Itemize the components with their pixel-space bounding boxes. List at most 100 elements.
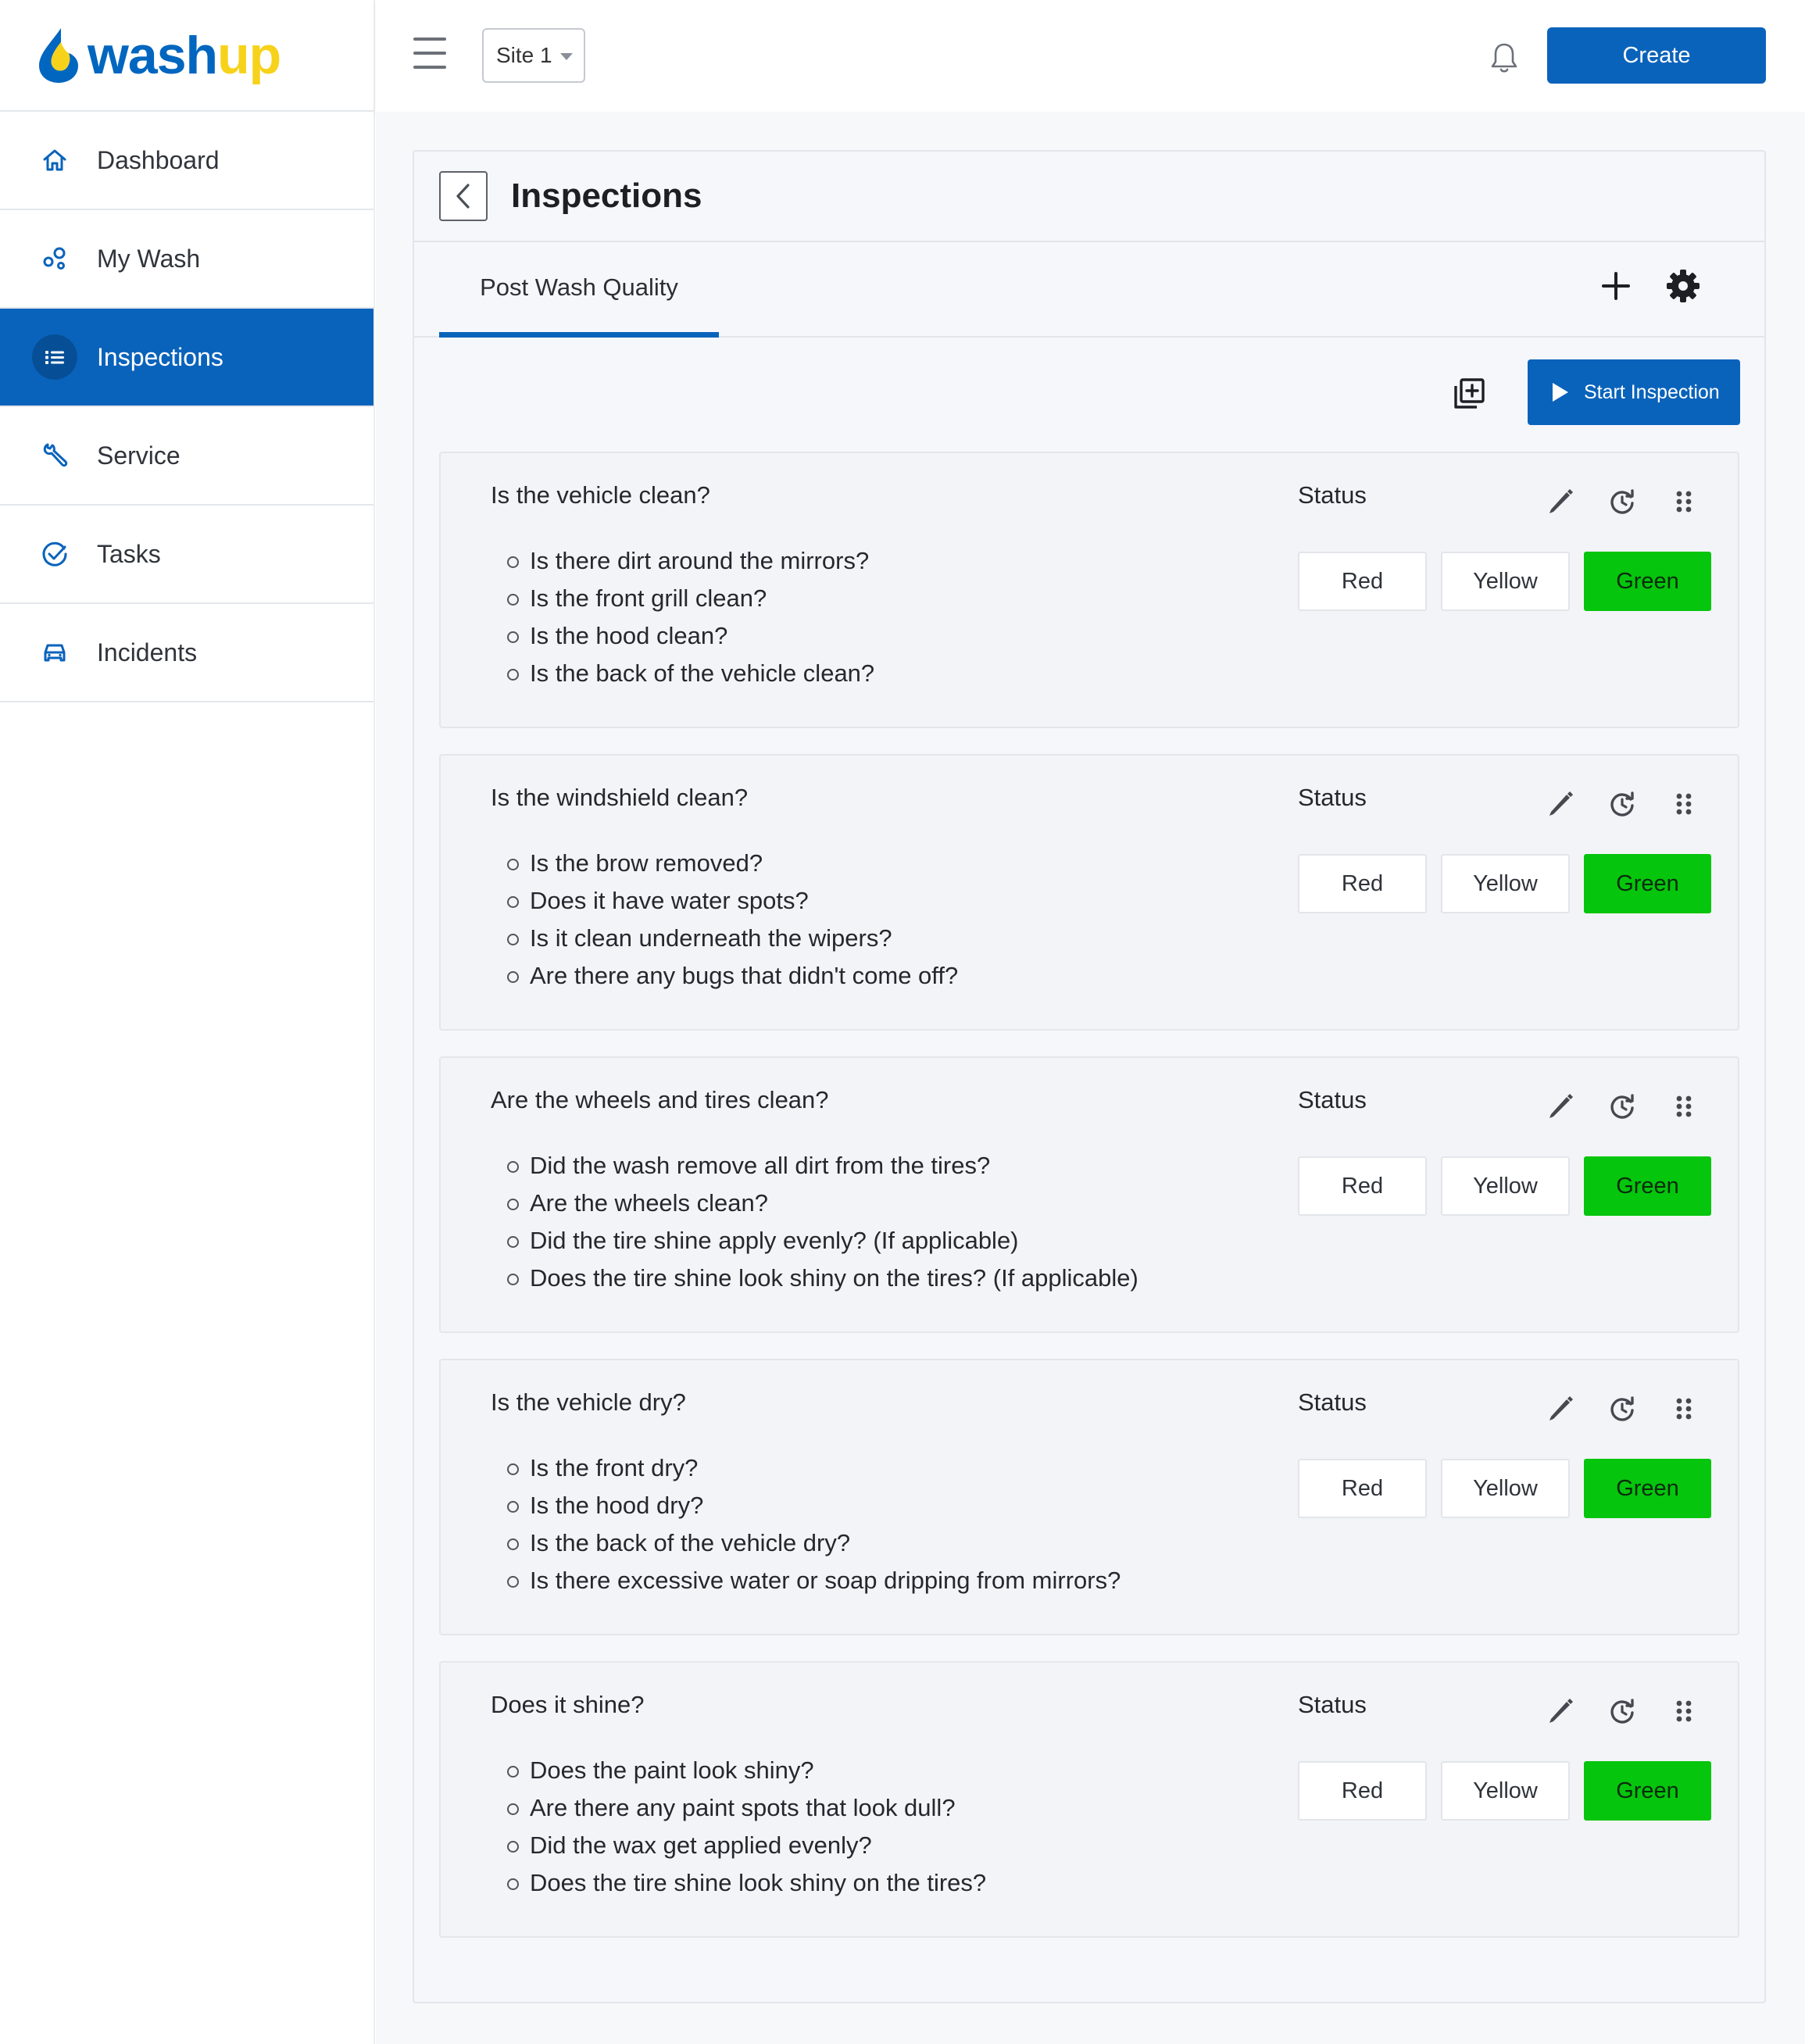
checklist-item: Is the front grill clean? <box>506 580 874 617</box>
checklist-item: Did the wax get applied evenly? <box>506 1827 986 1864</box>
drag-handle-icon[interactable] <box>1668 1091 1700 1122</box>
status-yellow-button[interactable]: Yellow <box>1441 1761 1570 1821</box>
list-icon <box>32 334 77 380</box>
checklist-item: Does the tire shine look shiny on the ti… <box>506 1864 986 1902</box>
bubbles-icon <box>39 243 70 274</box>
create-button[interactable]: Create <box>1547 27 1766 84</box>
history-icon[interactable] <box>1607 486 1638 517</box>
status-green-button[interactable]: Green <box>1584 1459 1711 1518</box>
inspection-card: Are the wheels and tires clean? Did the … <box>439 1056 1739 1333</box>
history-icon[interactable] <box>1607 1091 1638 1122</box>
start-inspection-label: Start Inspection <box>1584 381 1720 403</box>
checklist-item: Is it clean underneath the wipers? <box>506 920 958 957</box>
checklist-item: Does it have water spots? <box>506 882 958 920</box>
back-button[interactable] <box>439 171 488 221</box>
bell-icon[interactable] <box>1489 41 1520 75</box>
car-icon <box>39 637 70 668</box>
home-icon <box>39 145 70 176</box>
status-label: Status <box>1298 1388 1367 1416</box>
status-yellow-button[interactable]: Yellow <box>1441 552 1570 611</box>
sidebar-item-my-wash[interactable]: My Wash <box>0 210 374 309</box>
add-copy-icon[interactable] <box>1452 377 1486 411</box>
sidebar-item-tasks[interactable]: Tasks <box>0 506 374 604</box>
pencil-icon[interactable] <box>1545 1393 1576 1424</box>
sidebar-item-label: Tasks <box>97 539 161 568</box>
status-yellow-button[interactable]: Yellow <box>1441 1459 1570 1518</box>
inspection-card: Is the windshield clean? Is the brow rem… <box>439 754 1739 1031</box>
logo-text: washup <box>88 29 281 82</box>
drag-handle-icon[interactable] <box>1668 1393 1700 1424</box>
checklist: Did the wash remove all dirt from the ti… <box>507 1147 1138 1297</box>
sidebar-item-label: Service <box>97 441 180 470</box>
logo-up-text: up <box>217 25 281 85</box>
sidebar: washup Dashboard My Wash Inspections Ser… <box>0 0 375 2044</box>
washup-logo[interactable]: washup <box>0 0 374 112</box>
inspection-card: Does it shine? Does the paint look shiny… <box>439 1661 1739 1938</box>
pencil-icon[interactable] <box>1545 788 1576 820</box>
sidebar-item-incidents[interactable]: Incidents <box>0 604 374 702</box>
inspections-panel: Inspections Post Wash Quality Start Insp… <box>413 150 1766 2003</box>
start-inspection-button[interactable]: Start Inspection <box>1528 359 1740 425</box>
checklist-item: Is the hood dry? <box>506 1487 1121 1524</box>
checklist-item: Is the back of the vehicle clean? <box>506 655 874 692</box>
checklist: Does the paint look shiny? Are there any … <box>506 1752 986 1902</box>
chevron-left-icon <box>456 184 470 209</box>
status-red-button[interactable]: Red <box>1298 552 1427 611</box>
status-red-button[interactable]: Red <box>1298 854 1427 913</box>
logo-wash-text: wash <box>88 25 218 85</box>
checklist-item: Is there excessive water or soap drippin… <box>506 1562 1121 1599</box>
tab-post-wash-quality[interactable]: Post Wash Quality <box>439 242 719 338</box>
card-title: Is the windshield clean? <box>491 784 749 811</box>
checklist-item: Are there any bugs that didn't come off? <box>506 957 958 995</box>
drag-handle-icon[interactable] <box>1668 1696 1700 1727</box>
hamburger-menu-icon[interactable] <box>413 38 446 72</box>
caret-down-icon <box>560 53 573 60</box>
app: washup Dashboard My Wash Inspections Ser… <box>0 0 1805 2044</box>
status-green-button[interactable]: Green <box>1584 1761 1711 1821</box>
inspection-card: Is the vehicle clean? Is there dirt arou… <box>439 452 1739 728</box>
site-select-value: Site 1 <box>496 43 552 67</box>
site-select[interactable]: Site 1 <box>482 28 585 83</box>
sidebar-item-label: Inspections <box>97 342 223 371</box>
checklist-item: Is the front dry? <box>506 1449 1121 1487</box>
pencil-icon[interactable] <box>1545 486 1576 517</box>
sidebar-item-label: Incidents <box>97 638 198 666</box>
status-red-button[interactable]: Red <box>1298 1459 1427 1518</box>
history-icon[interactable] <box>1607 1696 1638 1727</box>
sidebar-item-dashboard[interactable]: Dashboard <box>0 112 374 210</box>
history-icon[interactable] <box>1607 788 1638 820</box>
panel-header: Inspections <box>414 152 1764 242</box>
drag-handle-icon[interactable] <box>1668 788 1700 820</box>
checklist-item: Are the wheels clean? <box>507 1185 1138 1222</box>
check-circle-icon <box>39 538 70 570</box>
checklist-item: Does the paint look shiny? <box>506 1752 986 1789</box>
sidebar-item-inspections[interactable]: Inspections <box>0 309 374 407</box>
gear-icon[interactable] <box>1666 269 1700 303</box>
checklist-item: Did the tire shine apply evenly? (If app… <box>507 1222 1138 1260</box>
page-title: Inspections <box>511 177 702 215</box>
washup-drop-logo-icon <box>39 27 78 83</box>
checklist-item: Does the tire shine look shiny on the ti… <box>507 1260 1138 1297</box>
pencil-icon[interactable] <box>1545 1696 1576 1727</box>
inspection-card: Is the vehicle dry? Is the front dry? Is … <box>439 1359 1739 1635</box>
top-bar: Site 1 Create <box>376 0 1805 112</box>
drag-handle-icon[interactable] <box>1668 486 1700 517</box>
status-red-button[interactable]: Red <box>1298 1156 1427 1216</box>
checklist: Is the brow removed? Does it have water s… <box>506 845 958 995</box>
inspection-toolbar: Start Inspection <box>414 338 1764 425</box>
sidebar-item-label: My Wash <box>97 244 201 273</box>
status-label: Status <box>1298 784 1367 811</box>
status-green-button[interactable]: Green <box>1584 552 1711 611</box>
status-red-button[interactable]: Red <box>1298 1761 1427 1821</box>
status-green-button[interactable]: Green <box>1584 1156 1711 1216</box>
tabs-row: Post Wash Quality <box>414 242 1764 338</box>
status-green-button[interactable]: Green <box>1584 854 1711 913</box>
status-yellow-button[interactable]: Yellow <box>1441 1156 1570 1216</box>
history-icon[interactable] <box>1607 1393 1638 1424</box>
sidebar-item-service[interactable]: Service <box>0 407 374 506</box>
pencil-icon[interactable] <box>1545 1091 1576 1122</box>
checklist-item: Is there dirt around the mirrors? <box>506 542 874 580</box>
plus-icon[interactable] <box>1600 270 1632 302</box>
card-title: Is the vehicle clean? <box>491 481 710 509</box>
status-yellow-button[interactable]: Yellow <box>1441 854 1570 913</box>
